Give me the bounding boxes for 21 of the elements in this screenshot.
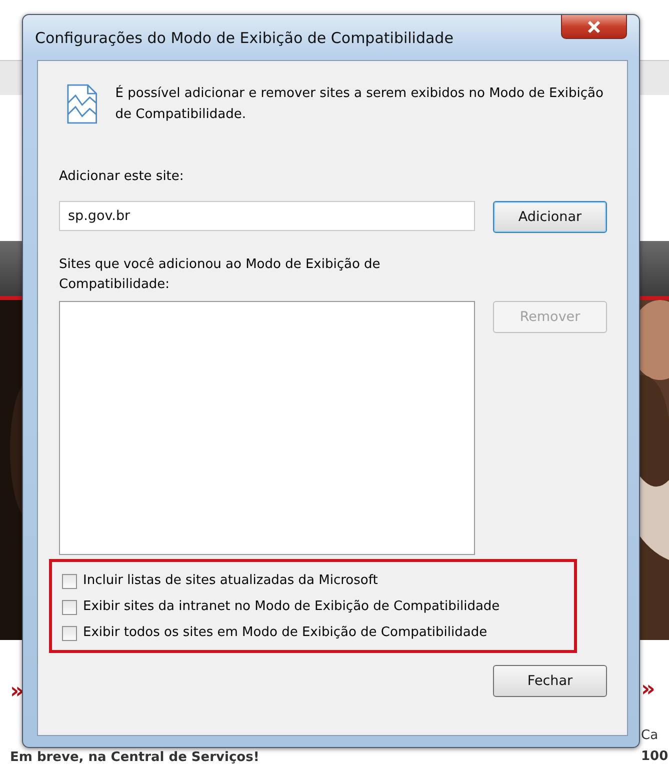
side-text: Ca [641,728,660,743]
checkbox-label: Incluir listas de sites atualizadas da Microsoft [83,572,378,590]
close-dialog-button[interactable]: Fechar [493,665,607,697]
close-icon [587,20,601,32]
document-icon [67,83,98,125]
checkbox[interactable] [62,574,77,588]
close-button[interactable] [561,15,627,39]
side-number: 100 [641,749,669,764]
headline: Em breve, na Central de Serviços! [10,750,260,765]
checkbox-label: Exibir todos os sites em Modo de Exibição de Compatibilidade [83,624,488,642]
section-heading: » [641,678,656,702]
section-marker: » [10,680,26,704]
site-input-field[interactable]: sp.gov.br [59,201,475,231]
description-text: É possível adicionar e remover sites a serem exibidos no Modo de Exibição de Compatibilidade. [115,84,604,124]
field-label: Adicionar este site: [59,168,185,186]
add-button[interactable]: Adicionar [493,201,607,233]
list-label: Sites que você adicionou ao Modo de Exibição de Compatibilidade: [59,256,382,294]
checkbox[interactable] [62,600,77,614]
checkbox[interactable] [62,626,77,640]
window-title: Configurações do Modo de Exibição de Compatibilidade [35,28,454,46]
checkbox-label: Exibir sites da intranet no Modo de Exibição de Compatibilidade [83,598,500,616]
